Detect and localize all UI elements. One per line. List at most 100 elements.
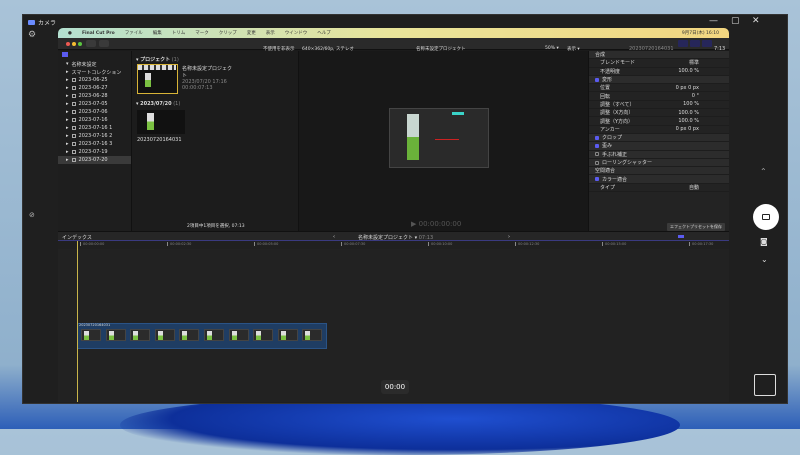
menu-file[interactable]: ファイル [125, 30, 143, 36]
close-button[interactable]: ✕ [752, 16, 760, 26]
chevron-up-icon[interactable]: ⌃ [760, 167, 767, 176]
inspector-row[interactable]: 合成 [589, 51, 729, 60]
zoom-dropdown[interactable]: 50% ▾ [545, 46, 559, 51]
checkbox-checked[interactable] [595, 143, 599, 148]
menu-mark[interactable]: マーク [195, 30, 209, 36]
inspector-label: 位置 [600, 85, 611, 92]
menu-window[interactable]: ウインドウ [285, 30, 308, 36]
inspector-row[interactable]: ブレンドモード 標準 [589, 59, 729, 68]
sidebar-item-selected[interactable]: ▸ 2023-07-20 [58, 156, 131, 164]
minimize-button[interactable]: — [709, 16, 718, 26]
menu-modify[interactable]: 変更 [247, 30, 256, 36]
inspector-value[interactable]: 標準 [689, 59, 699, 66]
event-header[interactable]: ▾ 2023/07/20 (1) [136, 101, 180, 107]
sidebar-item[interactable]: ▸ 2023-07-19 [58, 148, 131, 156]
playhead[interactable] [77, 241, 78, 402]
sidebar-item[interactable]: ▸ 2023-07-16 [58, 116, 131, 124]
zoom-dot[interactable] [78, 42, 82, 46]
inspector-value[interactable]: 100.0 % [678, 118, 699, 124]
sidebar-item[interactable]: ▸ 2023-07-16 2 [58, 132, 131, 140]
layout-timeline-button[interactable] [690, 40, 700, 47]
menu-edit[interactable]: 編集 [153, 30, 162, 36]
chevron-down-icon[interactable]: ⌄ [761, 255, 768, 264]
layout-inspector-button[interactable] [702, 40, 712, 47]
timeline-forward-arrow[interactable]: › [508, 234, 510, 240]
inspector-value[interactable]: 自動 [689, 184, 699, 191]
menu-trim[interactable]: トリム [172, 30, 186, 36]
minimize-dot[interactable] [72, 42, 76, 46]
photo-mode-camera-icon[interactable]: ◙ [760, 237, 768, 246]
inspector-label: 空間適合 [595, 168, 616, 175]
timeline-clip[interactable]: 20230720164031 [77, 323, 327, 349]
inspector-row[interactable]: 空間適合 [589, 167, 729, 176]
projects-header[interactable]: ▾ プロジェクト (1) [136, 56, 179, 63]
menu-help[interactable]: ヘルプ [317, 30, 331, 36]
sidebar-item[interactable]: ▸ 2023-07-16 1 [58, 124, 131, 132]
video-record-button[interactable] [753, 204, 779, 230]
inspector-row[interactable]: 位置 0 px 0 px [589, 84, 729, 93]
inspector-label: タイプ [600, 184, 616, 191]
timeline-project-title[interactable]: 名称未設定プロジェクト ▾ 07:13 [358, 234, 433, 241]
inspector-row[interactable]: アンカー 0 px 0 px [589, 126, 729, 134]
timeline-back-arrow[interactable]: ‹ [333, 234, 335, 240]
libraries-icon[interactable] [62, 52, 68, 57]
maximize-button[interactable]: ▢ [731, 16, 740, 26]
inspector-row[interactable]: 回転 0 ° [589, 92, 729, 101]
inspector-value[interactable]: 100.0 % [678, 110, 699, 116]
sidebar-item[interactable]: ▸ 2023-07-05 [58, 100, 131, 108]
sidebar-item[interactable]: ▸ 2023-07-16 3 [58, 140, 131, 148]
layout-browser-button[interactable] [678, 40, 688, 47]
inspector-value[interactable]: 100.0 % [678, 68, 699, 74]
inspector-row[interactable]: 手ぶれ補正 [589, 150, 729, 159]
checkbox-checked[interactable] [595, 77, 599, 82]
sidebar-item[interactable]: ▸ 2023-06-27 [58, 84, 131, 92]
menu-clock: 9月7日(木) 16:10 [681, 31, 719, 36]
last-capture-thumbnail[interactable] [754, 374, 776, 396]
menu-clip[interactable]: クリップ [219, 30, 237, 36]
keyword-button[interactable] [99, 40, 109, 47]
mac-menu-bar: ● Final Cut Pro ファイル 編集 トリム マーク クリップ 変更 … [58, 28, 729, 38]
recording-timecode: 00:00 [381, 380, 409, 394]
sidebar-item[interactable]: ▸ 2023-06-25 [58, 76, 131, 84]
sidebar-item[interactable]: ▸ 2023-07-06 [58, 108, 131, 116]
clip-filmstrip-frame [277, 329, 298, 341]
sidebar-item[interactable]: ▸ スマートコレクション [58, 68, 131, 76]
inspector-row[interactable]: ローリングシャッター [589, 158, 729, 168]
close-dot[interactable] [66, 42, 70, 46]
project-thumbnail[interactable] [137, 64, 178, 94]
sidebar-item[interactable]: ▸ 2023-06-28 [58, 92, 131, 100]
import-button[interactable] [86, 40, 96, 47]
clip-filmstrip-frame [81, 329, 101, 341]
menu-view[interactable]: 表示 [266, 30, 275, 36]
inspector-value[interactable]: 100 % [683, 101, 699, 107]
ruler-tick-label: 00:00:07:30 [341, 242, 365, 246]
index-button[interactable]: インデックス [62, 234, 92, 241]
inspector-row[interactable]: 調整（X方向） 100.0 % [589, 109, 729, 118]
checkbox-unchecked[interactable] [595, 160, 599, 165]
menu-app[interactable]: Final Cut Pro [82, 31, 115, 36]
settings-gear-icon[interactable]: ⚙ [28, 30, 36, 40]
checkbox-unchecked[interactable] [595, 152, 599, 157]
clip-thumbnail[interactable] [137, 110, 185, 134]
inspector-value[interactable]: 0 ° [692, 93, 699, 99]
inspector-row[interactable]: タイプ 自動 [589, 184, 729, 193]
inspector-label: 調整（すべて） [600, 101, 635, 108]
checkbox-checked[interactable] [595, 177, 599, 182]
save-effects-preset-button[interactable]: エフェクトプリセットを保存 [667, 223, 725, 231]
hide-unused-dropdown[interactable]: 不使用を非表示 [263, 46, 295, 52]
inspector-row[interactable]: クロップ [589, 133, 729, 143]
inspector-row[interactable]: 調整（Y方向） 100.0 % [589, 117, 729, 126]
library-item[interactable]: ▾ 名称未設定 [58, 60, 131, 68]
inspector-row[interactable]: 変形 [589, 75, 729, 85]
viewer-timecode: ▶ 00:00:00:00 [411, 220, 462, 228]
skimming-toggle[interactable] [678, 235, 684, 238]
inspector-row[interactable]: 不透明度 100.0 % [589, 68, 729, 76]
inspector-row[interactable]: 歪み [589, 142, 729, 151]
inspector-row[interactable]: カラー適合 [589, 175, 729, 184]
inspector-value[interactable]: 0 px 0 px [676, 85, 699, 91]
hdr-off-icon[interactable]: ⊘ [29, 211, 35, 219]
inspector-row[interactable]: 調整（すべて） 100 % [589, 101, 729, 110]
checkbox-checked[interactable] [595, 135, 599, 140]
view-dropdown[interactable]: 表示 ▾ [567, 46, 580, 52]
inspector-value[interactable]: 0 px 0 px [676, 126, 699, 132]
